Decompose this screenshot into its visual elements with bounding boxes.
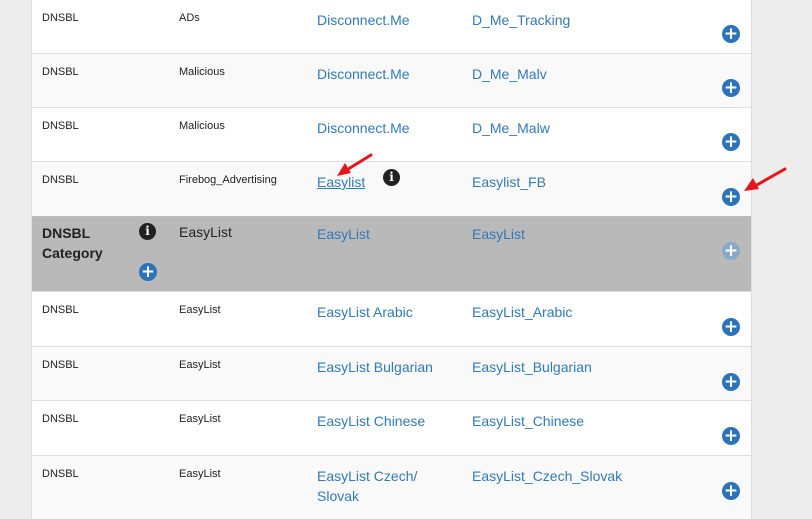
info-circle-icon[interactable]: i	[139, 223, 156, 240]
feed-group: EasyList	[179, 413, 221, 425]
feed-name-link[interactable]: Easylist	[317, 172, 365, 192]
feed-alias-link[interactable]: EasyList_Czech_Slovak	[472, 466, 622, 486]
feed-group: EasyList	[179, 304, 221, 316]
feed-name-link[interactable]: EasyList Czech/ Slovak	[317, 466, 427, 506]
plus-circle-icon[interactable]: +	[722, 482, 740, 500]
plus-circle-icon[interactable]: +	[139, 263, 157, 281]
category-name-link[interactable]: EasyList	[317, 224, 447, 244]
feed-group: ADs	[179, 12, 200, 24]
feed-alias-link[interactable]: D_Me_Malv	[472, 64, 547, 84]
feed-alias-link[interactable]: D_Me_Tracking	[472, 10, 570, 30]
feed-name-link[interactable]: Disconnect.Me	[317, 118, 447, 138]
plus-circle-icon[interactable]: +	[722, 427, 740, 445]
feed-type: DNSBL	[42, 413, 79, 425]
feed-type: DNSBL	[42, 304, 79, 316]
plus-circle-icon[interactable]: +	[722, 318, 740, 336]
feed-name-link[interactable]: Disconnect.Me	[317, 10, 447, 30]
plus-circle-icon[interactable]: +	[722, 25, 740, 43]
feed-group: Malicious	[179, 66, 225, 78]
feed-type: DNSBL	[42, 174, 79, 186]
feed-type: DNSBL	[42, 12, 79, 24]
table-row: DNSBL Malicious Disconnect.Me D_Me_Malv …	[32, 53, 751, 107]
table-row: DNSBL EasyList EasyList Arabic EasyList_…	[32, 291, 751, 346]
category-group: EasyList	[179, 224, 232, 240]
plus-circle-icon[interactable]: +	[722, 79, 740, 97]
category-alias-link[interactable]: EasyList	[472, 224, 525, 244]
category-row: DNSBL Category i + EasyList EasyList Eas…	[32, 216, 751, 291]
plus-circle-icon[interactable]: +	[722, 188, 740, 206]
table-row: DNSBL Firebog_Advertising Easylist i Eas…	[32, 161, 751, 216]
feeds-table: DNSBL ADs Disconnect.Me D_Me_Tracking + …	[31, 0, 752, 519]
feed-group: Malicious	[179, 120, 225, 132]
table-row: DNSBL Malicious Disconnect.Me D_Me_Malw …	[32, 107, 751, 161]
table-row: DNSBL ADs Disconnect.Me D_Me_Tracking +	[32, 0, 751, 53]
feed-alias-link[interactable]: EasyList_Bulgarian	[472, 357, 592, 377]
feed-name-link[interactable]: EasyList Arabic	[317, 302, 447, 322]
table-row: DNSBL EasyList EasyList Czech/ Slovak Ea…	[32, 455, 751, 519]
feed-group: EasyList	[179, 359, 221, 371]
feed-type: DNSBL	[42, 66, 79, 78]
feed-type: DNSBL	[42, 359, 79, 371]
feed-alias-link[interactable]: EasyList_Chinese	[472, 411, 584, 431]
feed-type: DNSBL	[42, 468, 79, 480]
category-type: DNSBL Category	[42, 225, 103, 261]
plus-circle-icon[interactable]: +	[722, 242, 740, 260]
plus-circle-icon[interactable]: +	[722, 373, 740, 391]
feed-name-link[interactable]: EasyList Bulgarian	[317, 357, 447, 377]
feed-group: EasyList	[179, 468, 221, 480]
feed-name-link[interactable]: EasyList Chinese	[317, 411, 447, 431]
feed-alias-link[interactable]: Easylist_FB	[472, 172, 546, 192]
feed-alias-link[interactable]: D_Me_Malw	[472, 118, 550, 138]
table-row: DNSBL EasyList EasyList Bulgarian EasyLi…	[32, 346, 751, 400]
feed-alias-link[interactable]: EasyList_Arabic	[472, 302, 572, 322]
feed-group: Firebog_Advertising	[179, 174, 277, 186]
plus-circle-icon[interactable]: +	[722, 133, 740, 151]
feed-type: DNSBL	[42, 120, 79, 132]
table-row: DNSBL EasyList EasyList Chinese EasyList…	[32, 400, 751, 455]
feed-name-link[interactable]: Disconnect.Me	[317, 64, 447, 84]
info-circle-icon[interactable]: i	[383, 169, 400, 186]
